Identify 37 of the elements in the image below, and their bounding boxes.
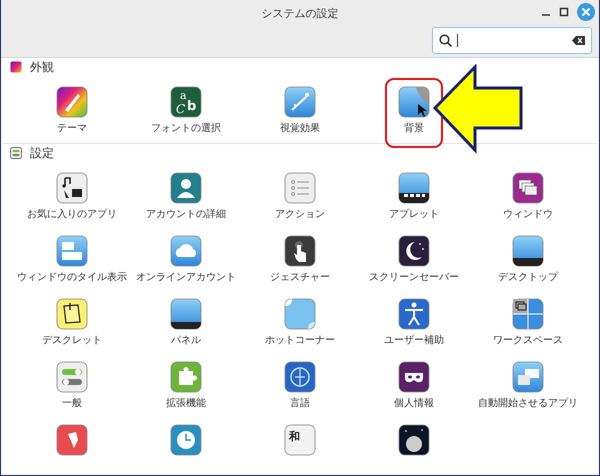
item-label[interactable]: ジェスチャー [270,270,330,285]
item-label[interactable]: ユーザー補助 [384,333,444,348]
keyboard-icon: 和 [284,424,316,456]
item-label[interactable]: アカウントの詳細 [146,207,226,222]
item-label[interactable]: フォントの選択 [151,121,221,136]
text-cursor [457,34,458,47]
item-label[interactable]: 拡張機能 [166,396,206,411]
maximize-icon[interactable] [559,7,569,17]
item-label[interactable]: デスクレット [42,333,102,348]
close-icon[interactable] [577,3,595,21]
item-label[interactable]: オンラインアカウント [136,270,236,285]
section-title: 外観 [30,59,54,76]
item-label[interactable]: スクリーンセーバー [369,270,459,285]
item-label[interactable]: パネル [171,333,201,348]
toggles-icon [10,147,22,159]
item-label[interactable]: ウィンドウ [503,207,553,222]
item-label[interactable]: 視覚効果 [280,121,320,136]
search-icon [439,34,452,47]
search-field[interactable] [432,27,592,54]
item-label[interactable]: 背景 [404,121,424,136]
page-curl-icon [398,86,430,118]
item-label[interactable]: お気に入りのアプリ [27,207,117,222]
item-label[interactable]: デスクトップ [498,270,558,285]
section-title: 設定 [30,145,54,162]
item-label[interactable]: 言語 [290,396,310,411]
item-label[interactable]: アプレット [389,207,439,222]
item-label[interactable]: 個人情報 [394,396,434,411]
item-label[interactable]: テーマ [57,121,87,136]
item-label[interactable]: 自動開始させるアプリ [478,396,578,411]
palette-icon [10,61,22,73]
item-label[interactable]: ホットコーナー [265,333,335,348]
item-label[interactable]: 一般 [62,396,82,411]
clear-icon[interactable] [572,36,585,45]
item-label[interactable]: アクション [275,207,325,222]
item-label[interactable]: ワークスペース [493,333,563,348]
window-title: システムの設定 [262,7,338,20]
item-label[interactable]: ウィンドウのタイル表示 [17,270,127,285]
